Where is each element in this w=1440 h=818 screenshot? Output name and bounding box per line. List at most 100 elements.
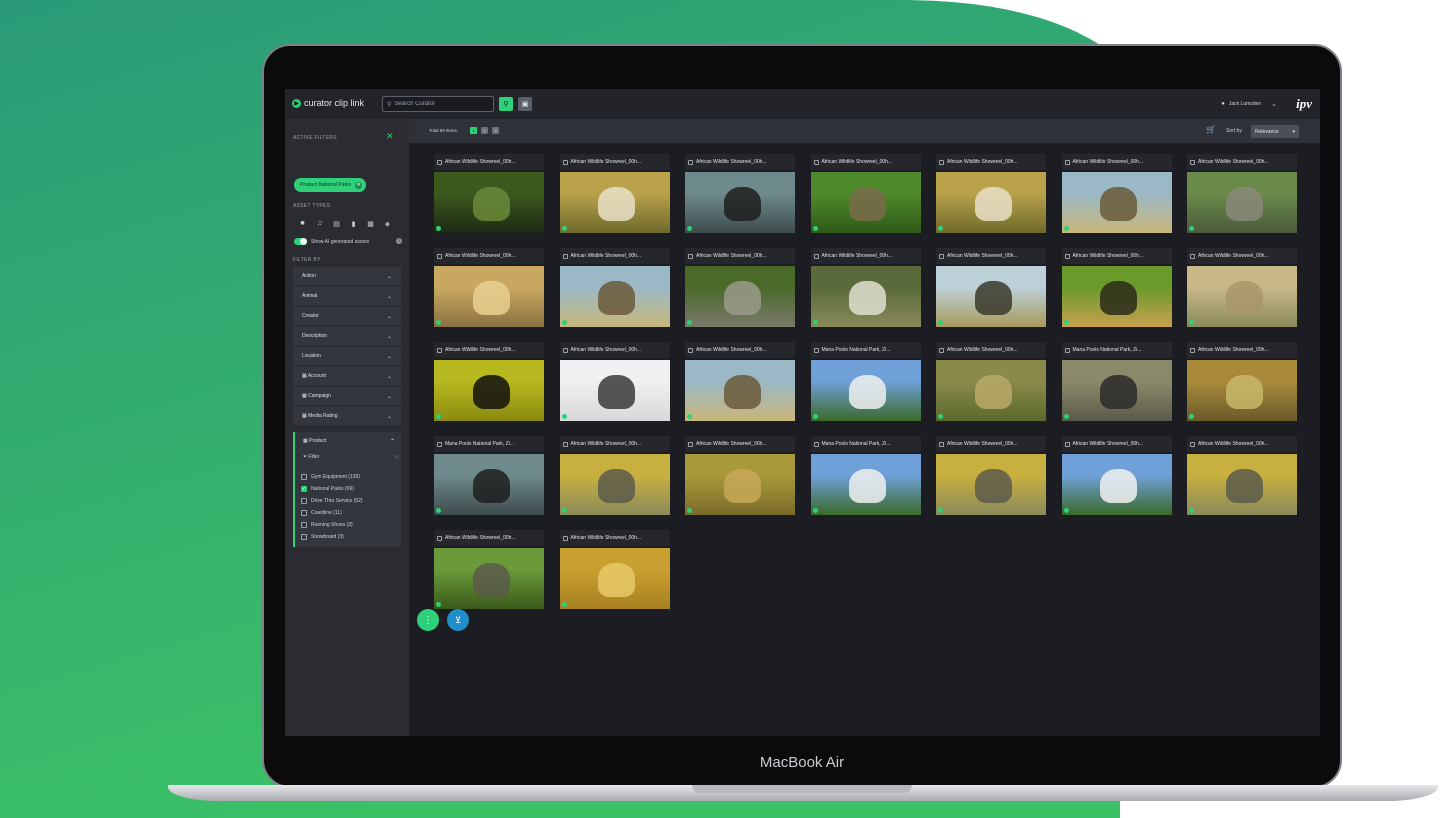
asset-thumbnail[interactable]	[810, 360, 921, 421]
asset-thumbnail[interactable]	[685, 360, 795, 421]
asset-thumbnail[interactable]	[1187, 454, 1297, 515]
asset-card[interactable]: African Wildlife Showreel_00h...	[685, 154, 795, 233]
facet-description[interactable]: Description ⌄	[293, 327, 401, 345]
asset-thumbnail[interactable]	[434, 360, 544, 421]
asset-card[interactable]: Mana Pools National Park, Zi...	[1061, 342, 1172, 421]
asset-card[interactable]: African Wildlife Showreel_00h...	[810, 248, 921, 327]
asset-card[interactable]: African Wildlife Showreel_00h...	[685, 436, 795, 515]
facet-campaign[interactable]: ▦ Campaign ⌄	[293, 387, 401, 405]
asset-thumbnail[interactable]	[936, 454, 1046, 515]
asset-card[interactable]: Mana Pools National Park, Zi...	[434, 436, 544, 515]
more-options-button[interactable]: ⋮	[417, 609, 439, 631]
asset-thumbnail[interactable]	[1187, 266, 1297, 327]
facet-animal[interactable]: Animal ⌄	[293, 287, 401, 305]
asset-card[interactable]: African Wildlife Showreel_00h...	[936, 154, 1046, 233]
asset-card[interactable]: African Wildlife Showreel_00h...	[936, 248, 1046, 327]
sort-select[interactable]: Relevance ▾	[1251, 125, 1299, 138]
image-icon[interactable]: ▤	[332, 219, 341, 228]
asset-card[interactable]: African Wildlife Showreel_00h...	[936, 436, 1046, 515]
clear-filters-icon[interactable]: ✕	[386, 131, 394, 142]
asset-card[interactable]: Mana Pools National Park, Zi...	[810, 342, 921, 421]
asset-card[interactable]: African Wildlife Showreel_00h...	[559, 342, 670, 421]
film-icon[interactable]: ▦	[366, 219, 375, 228]
asset-thumbnail[interactable]	[559, 454, 670, 515]
app-logo[interactable]: ▶ curator clip link	[292, 98, 364, 108]
asset-card[interactable]: African Wildlife Showreel_00h...	[1061, 436, 1172, 515]
asset-card[interactable]: African Wildlife Showreel_00h...	[1187, 248, 1297, 327]
asset-thumbnail[interactable]	[685, 266, 795, 327]
asset-thumbnail[interactable]	[936, 172, 1046, 233]
video-icon[interactable]: ■	[298, 219, 307, 228]
checkbox[interactable]	[301, 474, 307, 480]
asset-thumbnail[interactable]	[1061, 172, 1172, 233]
asset-thumbnail[interactable]	[1061, 266, 1172, 327]
product-filter-row[interactable]: ⏷ Filter 42	[303, 454, 399, 460]
asset-card[interactable]: African Wildlife Showreel_00h...	[685, 342, 795, 421]
option-snowboard[interactable]: Snowboard (3)	[301, 534, 344, 540]
option-drive-thru[interactable]: Drive Thru Service (52)	[301, 498, 363, 504]
page-3-button[interactable]: 3	[492, 127, 499, 134]
asset-thumbnail[interactable]	[559, 172, 670, 233]
facet-creator[interactable]: Creator ⌄	[293, 307, 401, 325]
asset-card[interactable]: African Wildlife Showreel_00h...	[936, 342, 1046, 421]
asset-card[interactable]: African Wildlife Showreel_00h...	[434, 530, 544, 609]
image-search-button[interactable]: ▣	[518, 97, 532, 111]
asset-thumbnail[interactable]	[1061, 454, 1172, 515]
asset-thumbnail[interactable]	[559, 360, 670, 421]
facet-location[interactable]: Location ⌄	[293, 347, 401, 365]
audio-icon[interactable]: ♫	[315, 219, 324, 228]
checkbox[interactable]	[301, 498, 307, 504]
asset-card[interactable]: African Wildlife Showreel_00h...	[1187, 436, 1297, 515]
asset-card[interactable]: African Wildlife Showreel_00h...	[559, 436, 670, 515]
option-running-shoes[interactable]: Running Shoes (3)	[301, 522, 353, 528]
option-national-parks[interactable]: ✓ National Parks (69)	[301, 486, 354, 492]
checkbox-checked[interactable]: ✓	[301, 486, 307, 492]
asset-card[interactable]: African Wildlife Showreel_00h...	[1187, 154, 1297, 233]
asset-thumbnail[interactable]	[810, 172, 921, 233]
page-2-button[interactable]: 2	[481, 127, 488, 134]
ai-toggle[interactable]	[294, 238, 307, 245]
asset-thumbnail[interactable]	[434, 548, 544, 609]
asset-thumbnail[interactable]	[936, 360, 1046, 421]
facet-action[interactable]: Action ⌄	[293, 267, 401, 285]
collection-icon[interactable]: ◈	[383, 219, 392, 228]
asset-thumbnail[interactable]	[434, 266, 544, 327]
asset-card[interactable]: African Wildlife Showreel_00h...	[559, 154, 670, 233]
remove-chip-icon[interactable]: ✕	[355, 181, 363, 189]
asset-thumbnail[interactable]	[936, 266, 1046, 327]
page-1-button[interactable]: 1	[470, 127, 477, 134]
asset-card[interactable]: African Wildlife Showreel_00h...	[810, 154, 921, 233]
asset-card[interactable]: African Wildlife Showreel_00h...	[1061, 154, 1172, 233]
checkbox[interactable]	[301, 522, 307, 528]
facet-product-header[interactable]: ▦ Product ⌃	[303, 438, 395, 445]
facet-account[interactable]: ▦ Account ⌄	[293, 367, 401, 385]
checkbox[interactable]	[301, 534, 307, 540]
asset-card[interactable]: African Wildlife Showreel_00h...	[434, 248, 544, 327]
asset-card[interactable]: African Wildlife Showreel_00h...	[434, 342, 544, 421]
asset-card[interactable]: African Wildlife Showreel_00h...	[685, 248, 795, 327]
asset-thumbnail[interactable]	[1187, 360, 1297, 421]
asset-thumbnail[interactable]	[1187, 172, 1297, 233]
asset-card[interactable]: African Wildlife Showreel_00h...	[1061, 248, 1172, 327]
checkbox[interactable]	[301, 510, 307, 516]
asset-thumbnail[interactable]	[685, 172, 795, 233]
asset-card[interactable]: African Wildlife Showreel_00h...	[1187, 342, 1297, 421]
basket-button[interactable]: ⊻	[447, 609, 469, 631]
active-filter-chip[interactable]: Product National Parks ✕	[294, 178, 367, 192]
asset-card[interactable]: African Wildlife Showreel_00h...	[559, 530, 670, 609]
asset-thumbnail[interactable]	[434, 172, 544, 233]
asset-thumbnail[interactable]	[685, 454, 795, 515]
asset-card[interactable]: African Wildlife Showreel_00h...	[434, 154, 544, 233]
asset-thumbnail[interactable]	[810, 454, 921, 515]
search-button[interactable]: ⚲	[499, 97, 513, 111]
asset-card[interactable]: Mana Pools National Park, Zi...	[810, 436, 921, 515]
asset-thumbnail[interactable]	[1061, 360, 1172, 421]
asset-card[interactable]: African Wildlife Showreel_00h...	[559, 248, 670, 327]
asset-thumbnail[interactable]	[810, 266, 921, 327]
asset-thumbnail[interactable]	[559, 548, 670, 609]
bookmark-icon[interactable]: ▮	[349, 219, 358, 228]
help-icon[interactable]: ?	[396, 238, 402, 244]
asset-thumbnail[interactable]	[559, 266, 670, 327]
option-coastline[interactable]: Coastline (11)	[301, 510, 342, 516]
user-menu[interactable]: ● Jack Lumsden ⌄	[1221, 100, 1277, 108]
